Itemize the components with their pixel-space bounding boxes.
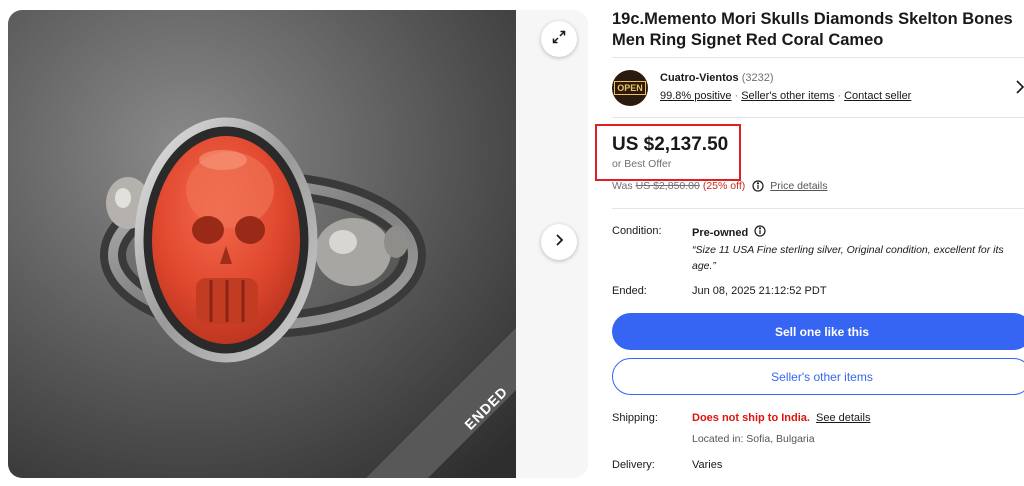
shipping-value: Does not ship to India. See details xyxy=(692,412,870,424)
expand-button[interactable] xyxy=(541,21,577,57)
seller-other-items-link[interactable]: Seller's other items xyxy=(741,90,834,102)
seller-name-line: Cuatro-Vientos (3232) xyxy=(660,72,774,84)
sell-one-like-this-button[interactable]: Sell one like this xyxy=(612,313,1024,350)
condition-label: Condition: xyxy=(612,225,662,237)
condition-value-line: Pre-owned xyxy=(692,225,766,240)
discount-percent: (25% off) xyxy=(702,180,746,192)
was-label: Was xyxy=(612,180,633,192)
contact-seller-link[interactable]: Contact seller xyxy=(844,90,911,102)
sellers-other-items-button[interactable]: Seller's other items xyxy=(612,358,1024,395)
delivery-value: Varies xyxy=(692,459,723,471)
shipping-label: Shipping: xyxy=(612,412,658,424)
ended-label: Ended: xyxy=(612,285,647,297)
info-icon[interactable] xyxy=(754,225,766,240)
photo-panel: ENDED xyxy=(8,10,588,478)
positive-feedback-link[interactable]: 99.8% positive xyxy=(660,90,732,102)
item-location: Located in: Sofia, Bulgaria xyxy=(692,433,815,445)
image-gallery: ENDED xyxy=(0,0,594,486)
current-price: US $2,137.50 xyxy=(612,134,729,155)
divider xyxy=(612,57,1024,58)
divider xyxy=(612,117,1024,118)
see-details-link[interactable]: See details xyxy=(816,412,870,424)
next-image-button[interactable] xyxy=(541,224,577,260)
seller-chevron-icon[interactable] xyxy=(1016,80,1024,99)
seller-avatar[interactable]: OPEN xyxy=(612,70,648,106)
seller-name[interactable]: Cuatro-Vientos xyxy=(660,72,739,84)
condition-value: Pre-owned xyxy=(692,226,749,239)
divider xyxy=(612,208,1024,209)
was-price: US $2,850.00 xyxy=(635,180,700,192)
best-offer-text: or Best Offer xyxy=(612,158,672,170)
chevron-right-icon xyxy=(552,233,566,252)
delivery-label: Delivery: xyxy=(612,459,655,471)
expand-icon xyxy=(551,29,567,50)
seller-logo-text: OPEN xyxy=(614,81,646,95)
was-price-line: Was US $2,850.00 (25% off) Price details xyxy=(612,180,827,192)
condition-description: “Size 11 USA Fine sterling silver, Origi… xyxy=(692,244,1004,272)
seller-feedback-count: (3232) xyxy=(741,72,774,84)
seller-links: 99.8% positive · Seller's other items · Cont… xyxy=(660,90,911,102)
shipping-warning: Does not ship to India. xyxy=(692,412,810,424)
info-icon[interactable] xyxy=(752,180,764,192)
item-details: 19c.Memento Mori Skulls Diamonds Skelton… xyxy=(595,0,1024,486)
separator: · xyxy=(734,90,739,102)
separator: · xyxy=(837,90,842,102)
price-details-link[interactable]: Price details xyxy=(770,180,827,192)
listing-photo[interactable]: ENDED xyxy=(8,10,516,478)
ended-value: Jun 08, 2025 21:12:52 PDT xyxy=(692,285,827,297)
listing-title: 19c.Memento Mori Skulls Diamonds Skelton… xyxy=(612,10,1013,49)
